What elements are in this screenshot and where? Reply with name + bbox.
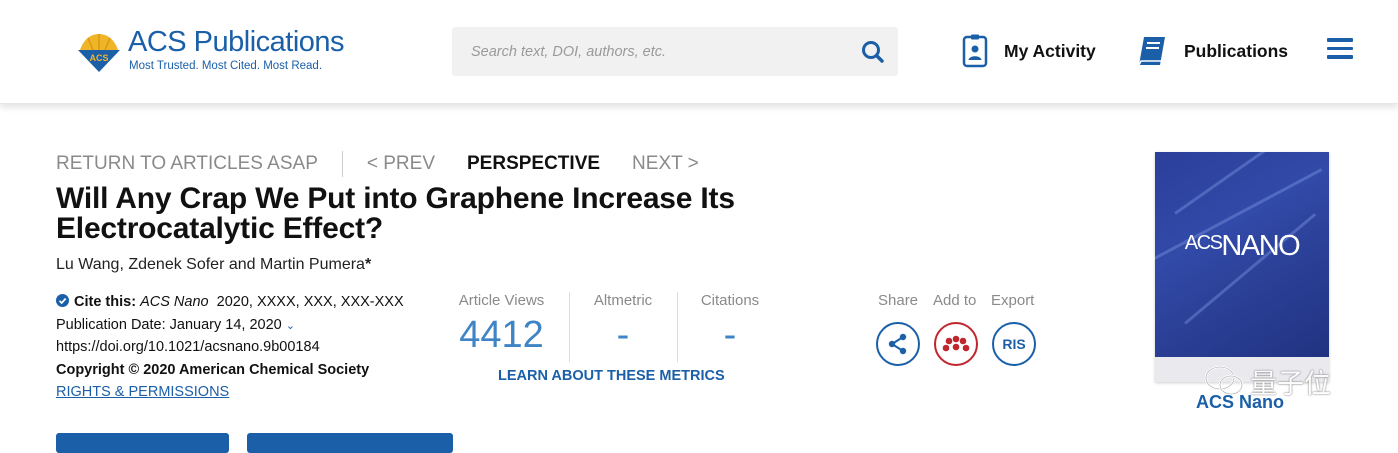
my-activity-link[interactable]: My Activity [962,34,1096,68]
search-input[interactable] [452,27,851,76]
article-navigation: RETURN TO ARTICLES ASAP < PREV PERSPECTI… [56,151,699,177]
watermark-text: 量子位 [1250,368,1331,399]
wechat-icon [1204,365,1244,396]
logo-tagline: Most Trusted. Most Cited. Most Read. [129,60,323,72]
cite-this-row[interactable]: Cite this: ACS Nano 2020, XXXX, XXX, XXX… [56,291,404,314]
chevron-down-icon[interactable]: ⌄ [286,320,295,332]
citations-label: Citations [700,292,760,309]
altmetric-metric[interactable]: Altmetric - [582,292,664,362]
search-bar [452,27,898,76]
journal-cover-image[interactable]: ACSNANO [1155,152,1329,382]
article-views-metric: Article Views 4412 [455,292,548,362]
author-conjunction: and [228,256,256,273]
menu-icon-bar [1327,46,1353,50]
article-views-label: Article Views [458,292,545,309]
author-list: Lu Wang, Zdenek Sofer and Martin Pumera* [56,256,371,274]
export-label: Export [991,292,1035,309]
menu-icon-bar [1327,55,1353,59]
mendeley-icon [942,335,970,352]
nav-divider [341,151,343,177]
author-link[interactable]: Lu Wang, [56,256,124,273]
cite-details: 2020, XXXX, XXX, XXX-XXX [216,294,404,310]
emblem-text: ACS [89,53,108,63]
acs-publications-logo[interactable]: ACS ACS Publications Most Trusted. Most … [76,26,346,78]
article-views-value: 4412 [459,314,544,356]
publication-date: Publication Date: January 14, 2020 [56,316,282,333]
add-to-label: Add to [933,292,977,309]
hamburger-menu-button[interactable] [1327,38,1353,62]
return-to-articles-link[interactable]: RETURN TO ARTICLES ASAP [56,153,318,175]
my-activity-label: My Activity [1004,40,1096,61]
next-article-link[interactable]: NEXT > [632,153,699,175]
publications-link[interactable]: Publications [1135,34,1288,68]
learn-about-metrics-link[interactable]: LEARN ABOUT THESE METRICS [498,368,725,384]
site-header: ACS ACS Publications Most Trusted. Most … [0,0,1398,104]
citations-metric[interactable]: Citations - [692,292,768,362]
article-type-label: PERSPECTIVE [467,153,601,174]
add-to-mendeley-button[interactable] [934,322,978,366]
book-icon [1138,37,1165,66]
article-title: Will Any Crap We Put into Graphene Incre… [56,182,735,245]
citation-info: Cite this: ACS Nano 2020, XXXX, XXX, XXX… [56,291,404,404]
logo-name: ACS Publications [128,26,345,58]
watermark: 量子位 [1204,362,1331,400]
cover-acs-text: ACS [1184,232,1223,254]
citations-value: - [723,314,737,356]
check-circle-icon [56,294,69,307]
altmetric-value: - [616,314,630,356]
share-icon [888,333,907,355]
altmetric-label: Altmetric [593,292,653,309]
ris-label: RIS [1002,336,1026,352]
cover-decoration [1174,152,1307,215]
metric-divider [677,292,678,362]
share-button[interactable] [876,322,920,366]
cite-journal: ACS Nano [140,294,209,310]
publication-date-row: Publication Date: January 14, 2020 ⌄ [56,314,404,337]
search-icon [862,41,884,63]
cover-nano-text: NANO [1221,230,1300,262]
export-ris-button[interactable]: RIS [992,322,1036,366]
metric-divider [569,292,570,362]
author-link[interactable]: Martin Pumera [260,256,365,273]
publications-label: Publications [1184,40,1289,61]
primary-action-button[interactable] [56,433,229,453]
acs-emblem-icon: ACS [78,34,120,72]
cite-label: Cite this: [74,294,137,310]
share-label: Share [878,292,919,309]
search-button[interactable] [858,37,888,67]
rights-permissions-link[interactable]: RIGHTS & PERMISSIONS [56,384,229,400]
cover-journal-name: ACSNANO [1155,230,1329,263]
corresponding-author-mark: * [364,256,372,273]
user-badge-icon [962,34,988,68]
menu-icon-bar [1327,38,1353,42]
prev-article-link[interactable]: < PREV [367,153,435,175]
author-link[interactable]: Zdenek Sofer [128,256,224,273]
doi-link[interactable]: https://doi.org/10.1021/acsnano.9b00184 [56,336,404,359]
secondary-action-button[interactable] [247,433,453,453]
copyright-text: Copyright © 2020 American Chemical Socie… [56,361,370,378]
